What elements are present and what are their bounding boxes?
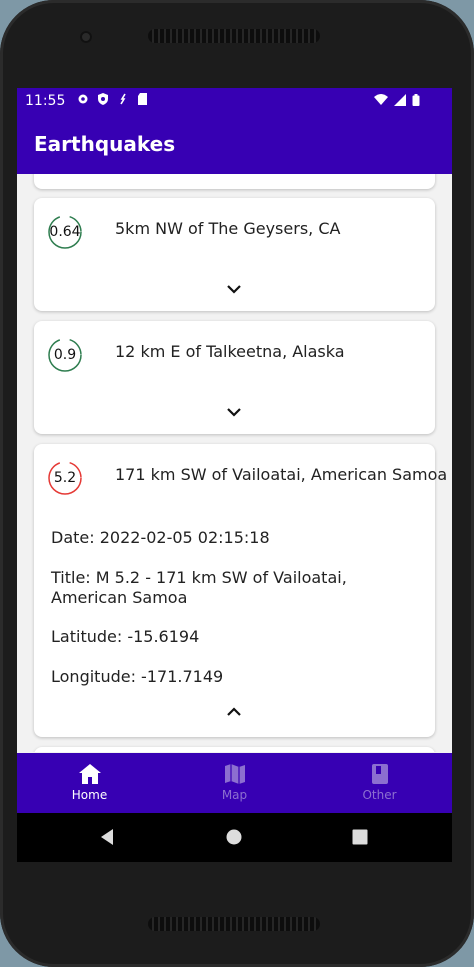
earthquake-card-expanded[interactable]: 5.2 171 km SW of Vailoatai, American Sam… xyxy=(34,444,447,737)
magnitude-badge: 0.64 xyxy=(47,214,83,250)
magnitude-value: 0.9 xyxy=(53,347,77,363)
bottom-speaker xyxy=(148,917,320,931)
nav-item-map[interactable]: Map xyxy=(162,753,307,813)
cell-signal-icon xyxy=(394,94,406,106)
status-time: 11:55 xyxy=(25,93,66,109)
page-title: Earthquakes xyxy=(34,132,176,156)
chevron-down-icon[interactable] xyxy=(224,282,244,296)
nav-item-other[interactable]: Other xyxy=(307,753,452,813)
bottom-navigation: Home Map Other xyxy=(17,753,452,813)
earthquake-place: 5km NW of The Geysers, CA xyxy=(115,219,341,238)
recents-icon[interactable] xyxy=(352,829,368,845)
sd-card-icon xyxy=(138,93,147,105)
phone-frame: 11:55 Earthquakes 0.64 5km NW of The Gey… xyxy=(0,0,474,967)
battery-icon xyxy=(412,94,420,106)
magnitude-value: 0.64 xyxy=(49,224,81,240)
settings-icon xyxy=(78,94,88,104)
map-icon xyxy=(225,764,245,784)
wifi-icon xyxy=(374,94,388,105)
earthquake-date: Date: 2022-02-05 02:15:18 xyxy=(51,528,270,547)
earthquake-card[interactable]: 0.64 5km NW of The Geysers, CA xyxy=(34,198,435,311)
screen: 11:55 Earthquakes 0.64 5km NW of The Gey… xyxy=(17,88,452,862)
magnitude-badge: 5.2 xyxy=(47,460,83,496)
home-button-icon[interactable] xyxy=(226,829,242,845)
home-icon xyxy=(79,764,101,784)
earthquake-card[interactable]: 0.9 12 km E of Talkeetna, Alaska xyxy=(34,321,435,434)
back-icon[interactable] xyxy=(99,828,115,846)
shield-icon xyxy=(98,93,108,105)
earthquake-title: Title: M 5.2 - 171 km SW of Vailoatai, A… xyxy=(51,568,347,607)
chevron-down-icon[interactable] xyxy=(224,405,244,419)
status-bar: 11:55 xyxy=(17,88,452,114)
nav-item-home[interactable]: Home xyxy=(17,753,162,813)
earthquake-card-partial[interactable] xyxy=(34,174,435,189)
magnitude-badge: 0.9 xyxy=(47,337,83,373)
sync-icon xyxy=(120,93,126,105)
nav-label-other: Other xyxy=(362,788,397,802)
magnitude-value: 5.2 xyxy=(53,470,77,486)
app-bar: Earthquakes xyxy=(17,114,452,174)
chevron-up-icon[interactable] xyxy=(224,705,244,719)
nav-label-map: Map xyxy=(221,788,248,802)
earpiece-speaker xyxy=(148,29,320,43)
earthquake-longitude: Longitude: -171.7149 xyxy=(51,667,224,686)
earthquake-place: 171 km SW of Vailoatai, American Samoa xyxy=(115,465,448,484)
earthquake-card-partial[interactable] xyxy=(34,747,435,752)
earthquake-list[interactable]: 0.64 5km NW of The Geysers, CA 0.9 12 km… xyxy=(17,174,452,752)
system-navigation-bar xyxy=(17,813,452,862)
front-camera xyxy=(80,31,92,43)
earthquake-place: 12 km E of Talkeetna, Alaska xyxy=(115,342,345,361)
book-icon xyxy=(372,764,388,784)
earthquake-latitude: Latitude: -15.6194 xyxy=(51,627,200,646)
nav-label-home: Home xyxy=(71,788,108,802)
